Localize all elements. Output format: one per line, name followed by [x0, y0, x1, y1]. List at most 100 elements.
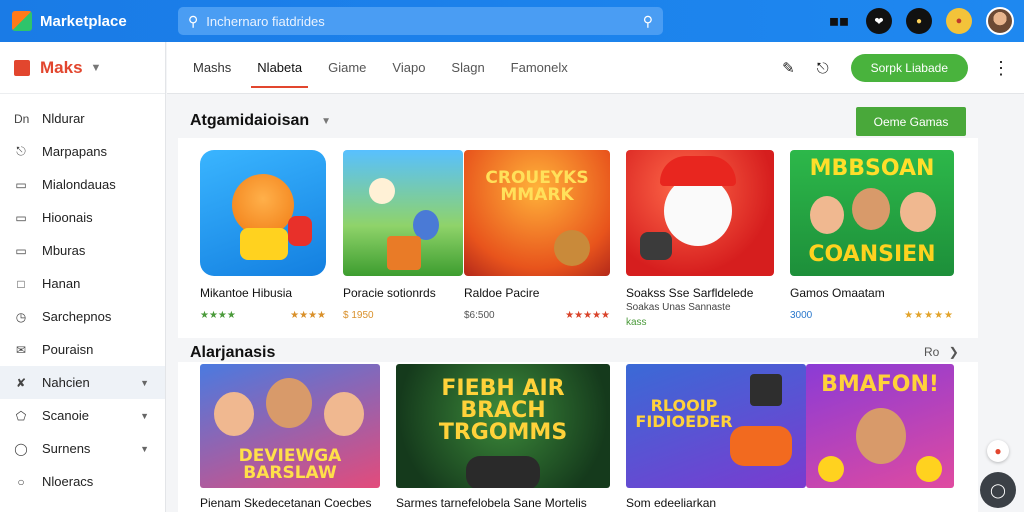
- chevron-down-icon[interactable]: ▼: [140, 411, 149, 421]
- tools-icon: ✘: [15, 375, 27, 390]
- sidebar-item-nloeracs[interactable]: ○ Nloeracs: [0, 465, 165, 498]
- sidebar-item-pouraisn[interactable]: ✉ Pouraisn: [0, 333, 165, 366]
- bell-icon: ⎋: [16, 144, 26, 158]
- chat-bubble-icon[interactable]: ✎: [782, 59, 795, 77]
- main-content: Atgamidaioisan ▼ Oeme Gamas Mikantoe Hib…: [178, 94, 978, 512]
- sidebar-item-sarchepnos[interactable]: ◷ Sarchepnos: [0, 300, 165, 333]
- character-art: [900, 192, 936, 232]
- sidebar-item-label: Mialondauas: [42, 177, 116, 192]
- rating-right: ★★★★: [290, 310, 326, 321]
- tab-famonelx[interactable]: Famonelx: [511, 42, 568, 94]
- see-more-link[interactable]: Ro ❯: [924, 345, 959, 359]
- sidebar-item-nahcien[interactable]: ✘ Nahcien ▼: [0, 366, 165, 399]
- game-thumbnail[interactable]: BMAFON!: [806, 364, 954, 488]
- sidebar-item-label: Sarchepnos: [42, 309, 112, 324]
- ninja-icon[interactable]: ●: [906, 8, 932, 34]
- price-label: $ 1950: [343, 310, 374, 321]
- game-card[interactable]: DEVIEWGA BARSLAW Pienam Skedecetanan Coe…: [200, 364, 380, 510]
- sidebar-item-label: Nahcien: [42, 375, 90, 390]
- game-thumbnail[interactable]: [200, 150, 326, 276]
- brand-name: Marketplace: [40, 12, 127, 30]
- sidebar-header[interactable]: Maks ▼: [0, 42, 165, 94]
- sidebar-title: Maks: [40, 57, 83, 77]
- game-thumbnail[interactable]: FIEBH AIR BRACH TRGOMMS: [396, 364, 610, 488]
- game-card[interactable]: RLOOIP FIDIOEDER Som edeeliarkan: [626, 364, 806, 510]
- game-title: Raldoe Pacire: [464, 286, 540, 300]
- tab-nlabeta[interactable]: Nlabeta: [251, 42, 308, 94]
- tab-slagn[interactable]: Slagn: [451, 42, 484, 94]
- rating-left: 3000: [790, 310, 813, 321]
- game-card[interactable]: Soakss Sse Sarfldelede Soakas Unas Sanna…: [626, 150, 774, 328]
- cookie-art: [554, 230, 590, 266]
- section-title: Atgamidaioisan ▼: [190, 112, 331, 130]
- game-meta: $ 1950: [343, 310, 463, 321]
- avatar[interactable]: [986, 7, 1014, 35]
- search-icon: ⚲: [188, 12, 199, 29]
- gamepad-icon[interactable]: ◼◼: [826, 8, 852, 34]
- game-card[interactable]: BMAFON!: [806, 364, 954, 496]
- game-thumbnail[interactable]: RLOOIP FIDIOEDER: [626, 364, 806, 488]
- game-thumbnail[interactable]: MBBSOAN COANSIEN: [790, 150, 954, 276]
- sidebar-item-marpapans[interactable]: ⎋ Marpapans: [0, 135, 165, 168]
- price-label: $6:500: [464, 310, 495, 321]
- brand[interactable]: Marketplace: [12, 11, 177, 31]
- sidebar-item-hanan[interactable]: □ Hanan: [0, 267, 165, 300]
- sidebar: Maks ▼ Dn Nldurar ⎋ Marpapans ▭ Mialondauas…: [0, 42, 166, 512]
- game-title: Pienam Skedecetanan Coecbes: [200, 496, 372, 510]
- game-thumbnail[interactable]: [626, 150, 774, 276]
- controller-art: [640, 232, 672, 260]
- marketplace-logo-icon: [12, 11, 32, 31]
- see-more-label: Ro: [924, 345, 940, 359]
- game-card[interactable]: FIEBH AIR BRACH TRGOMMS Sarmes tarnefelo…: [396, 364, 610, 510]
- help-icon[interactable]: ●: [987, 440, 1009, 462]
- controller-icon[interactable]: ●: [946, 8, 972, 34]
- hand-art: [288, 216, 312, 246]
- game-thumbnail[interactable]: [343, 150, 463, 276]
- heart-icon[interactable]: ❤: [866, 8, 892, 34]
- sidebar-item-label: Nloeracs: [42, 474, 94, 489]
- primary-action-button[interactable]: Sorpk Liabade: [850, 54, 968, 82]
- clock-icon: ◷: [15, 309, 27, 324]
- search-bar[interactable]: ⚲ ⚲: [178, 7, 663, 35]
- tab-giame[interactable]: Giame: [328, 42, 366, 94]
- rating-right: ★★★★★: [565, 310, 610, 321]
- chevron-down-icon[interactable]: ▼: [140, 444, 149, 454]
- sidebar-item-mburas[interactable]: ▭ Mburas: [0, 234, 165, 267]
- character-art: [856, 408, 906, 464]
- more-options-icon[interactable]: ⋮: [992, 58, 1010, 79]
- bell-icon[interactable]: ⎋: [817, 60, 829, 77]
- game-art-text: MBBSOAN: [809, 156, 935, 181]
- section-title-text: Alarjanasis: [190, 344, 276, 361]
- game-card[interactable]: Mikantoe Hibusia ★★★★ ★★★★: [200, 150, 326, 321]
- game-thumbnail[interactable]: DEVIEWGA BARSLAW: [200, 364, 380, 488]
- chevron-down-icon[interactable]: ▼: [140, 378, 149, 388]
- tab-mashs[interactable]: Mashs: [193, 42, 231, 94]
- sidebar-item-hioonais[interactable]: ▭ Hioonais: [0, 201, 165, 234]
- search-input[interactable]: [206, 13, 643, 29]
- sidebar-item-scanoie[interactable]: ⬠ Scanoie ▼: [0, 399, 165, 432]
- see-games-button[interactable]: Oeme Gamas: [856, 107, 966, 136]
- search-submit-icon[interactable]: ⚲: [643, 13, 653, 30]
- game-card[interactable]: CROUEYKS MMARK Raldoe Pacire $6:500 ★★★★…: [464, 150, 610, 321]
- sidebar-item-nldurar[interactable]: Dn Nldurar: [0, 102, 165, 135]
- settings-fab-icon[interactable]: ◯: [980, 472, 1016, 508]
- game-art-text: BMAFON!: [821, 372, 939, 397]
- game-art-text: FIEBH AIR BRACH TRGOMMS: [438, 376, 568, 445]
- game-card[interactable]: MBBSOAN COANSIEN Gamos Omaatam 3000 ★★★★…: [790, 150, 954, 321]
- character-art: [214, 392, 254, 436]
- sidebar-item-mialondauas[interactable]: ▭ Mialondauas: [0, 168, 165, 201]
- second-row: DEVIEWGA BARSLAW Pienam Skedecetanan Coe…: [178, 362, 978, 512]
- sidebar-item-label: Nldurar: [42, 111, 85, 126]
- tab-viapo[interactable]: Viapo: [392, 42, 425, 94]
- game-card[interactable]: Poracie sotionrds $ 1950: [343, 150, 463, 321]
- emoji-art: [916, 456, 942, 482]
- section-title: Alarjanasis: [190, 344, 275, 362]
- sidebar-item-label: Marpapans: [42, 144, 108, 159]
- dice-art: [387, 236, 421, 270]
- game-title: Sarmes tarnefelobela Sane Mortelis: [396, 496, 587, 510]
- character-art: [664, 176, 732, 246]
- sidebar-item-surnens[interactable]: ◯ Surnens ▼: [0, 432, 165, 465]
- chevron-down-icon[interactable]: ▼: [321, 116, 331, 127]
- game-thumbnail[interactable]: CROUEYKS MMARK: [464, 150, 610, 276]
- circle-icon: ○: [17, 474, 25, 489]
